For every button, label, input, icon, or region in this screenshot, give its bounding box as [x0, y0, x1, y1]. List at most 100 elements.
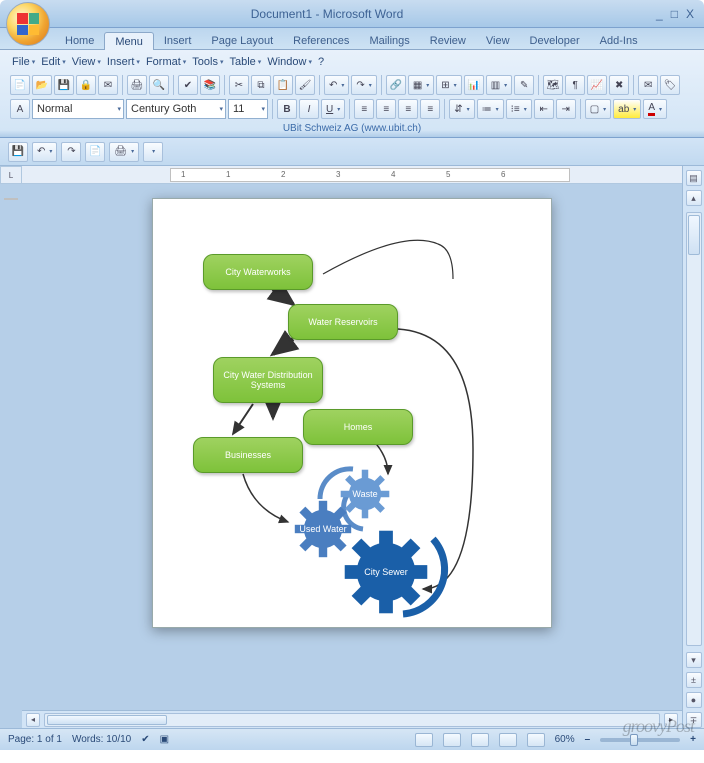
- zoom-level[interactable]: 60%: [555, 734, 575, 745]
- tab-review[interactable]: Review: [420, 32, 476, 49]
- tab-home[interactable]: Home: [55, 32, 104, 49]
- vertical-scrollbar[interactable]: [686, 212, 702, 646]
- justify-icon[interactable]: ≡: [420, 99, 440, 119]
- status-page[interactable]: Page: 1 of 1: [8, 734, 62, 745]
- document-area[interactable]: City Waterworks Water Reservoirs City Wa…: [22, 184, 682, 710]
- tab-developer[interactable]: Developer: [520, 32, 590, 49]
- linespacing-icon[interactable]: ⇵▾: [449, 99, 474, 119]
- menu-window[interactable]: Window▾: [265, 55, 314, 69]
- qa-new-icon[interactable]: 📄: [85, 142, 105, 162]
- scroll-up-icon[interactable]: ▴: [686, 190, 702, 206]
- view-draft-icon[interactable]: [527, 733, 545, 747]
- view-print-icon[interactable]: [415, 733, 433, 747]
- insert-table-icon[interactable]: ⊞▾: [436, 75, 461, 95]
- menu-tools[interactable]: Tools▾: [190, 55, 225, 69]
- horizontal-scrollbar[interactable]: ◂ ▸: [22, 710, 682, 728]
- menu-view[interactable]: View▾: [70, 55, 103, 69]
- borders-icon[interactable]: ▢▾: [585, 99, 611, 119]
- research-icon[interactable]: 📚: [200, 75, 220, 95]
- menu-format[interactable]: Format▾: [144, 55, 188, 69]
- menu-file[interactable]: File▾: [10, 55, 37, 69]
- font-combo[interactable]: Century Goth▾: [126, 99, 226, 119]
- horizontal-ruler[interactable]: 1 1 2 3 4 5 6: [22, 166, 682, 184]
- prev-page-icon[interactable]: ±: [686, 672, 702, 688]
- chart-icon[interactable]: 📈: [587, 75, 607, 95]
- scroll-left-icon[interactable]: ◂: [26, 713, 40, 727]
- close-button[interactable]: X: [684, 7, 696, 21]
- bold-button[interactable]: B: [277, 99, 297, 119]
- menu-edit[interactable]: Edit▾: [39, 55, 67, 69]
- scroll-down-icon[interactable]: ▾: [686, 652, 702, 668]
- underline-button[interactable]: U▾: [321, 99, 345, 119]
- qa-print-icon[interactable]: 🖨▾: [109, 142, 139, 162]
- flowchart-gear-citysewer[interactable]: City Sewer: [343, 529, 429, 615]
- qa-undo-icon[interactable]: ↶▾: [32, 142, 57, 162]
- align-left-icon[interactable]: ≡: [354, 99, 374, 119]
- proofing-icon[interactable]: ✔: [141, 734, 149, 745]
- flowchart-box-distribution[interactable]: City Water Distribution Systems: [213, 357, 323, 403]
- macro-icon[interactable]: ▣: [160, 734, 169, 745]
- flowchart-box-reservoirs[interactable]: Water Reservoirs: [288, 304, 398, 340]
- highlight-icon[interactable]: ab▾: [613, 99, 641, 119]
- style-combo[interactable]: Normal▾: [32, 99, 124, 119]
- fontsize-combo[interactable]: 11▾: [228, 99, 268, 119]
- zoom-out-button[interactable]: –: [585, 734, 591, 745]
- docmap-icon[interactable]: 🗺: [543, 75, 563, 95]
- paragraph-icon[interactable]: ¶: [565, 75, 585, 95]
- undo-icon[interactable]: ↶▾: [324, 75, 349, 95]
- envelope-icon[interactable]: ✉: [638, 75, 658, 95]
- maximize-button[interactable]: □: [669, 7, 680, 21]
- italic-button[interactable]: I: [299, 99, 319, 119]
- redo-icon[interactable]: ↷▾: [351, 75, 376, 95]
- bullets-icon[interactable]: ⁝≡▾: [506, 99, 532, 119]
- new-icon[interactable]: 📄: [10, 75, 30, 95]
- status-words[interactable]: Words: 10/10: [72, 734, 131, 745]
- drawing-icon[interactable]: ✎: [514, 75, 534, 95]
- flowchart-box-waterworks[interactable]: City Waterworks: [203, 254, 313, 290]
- spelling-icon[interactable]: ✔: [178, 75, 198, 95]
- flowchart-box-homes[interactable]: Homes: [303, 409, 413, 445]
- menu-insert[interactable]: Insert▾: [105, 55, 142, 69]
- open-icon[interactable]: 📂: [32, 75, 52, 95]
- flowchart-box-businesses[interactable]: Businesses: [193, 437, 303, 473]
- view-outline-icon[interactable]: [499, 733, 517, 747]
- cut-icon[interactable]: ✂: [229, 75, 249, 95]
- qa-redo-icon[interactable]: ↷: [61, 142, 81, 162]
- decrease-indent-icon[interactable]: ⇤: [534, 99, 554, 119]
- format-painter-icon[interactable]: 🖌: [295, 75, 315, 95]
- copy-icon[interactable]: ⧉: [251, 75, 271, 95]
- preview-icon[interactable]: 🔍: [149, 75, 169, 95]
- zoom-slider[interactable]: [600, 738, 680, 742]
- view-fullscreen-icon[interactable]: [443, 733, 461, 747]
- tab-mailings[interactable]: Mailings: [359, 32, 419, 49]
- menu-table[interactable]: Table▾: [228, 55, 264, 69]
- tab-addins[interactable]: Add-Ins: [590, 32, 648, 49]
- columns-icon[interactable]: ▥▾: [486, 75, 512, 95]
- increase-indent-icon[interactable]: ⇥: [556, 99, 576, 119]
- tab-insert[interactable]: Insert: [154, 32, 202, 49]
- view-web-icon[interactable]: [471, 733, 489, 747]
- ruler-toggle-icon[interactable]: ▤: [686, 170, 702, 186]
- tab-view[interactable]: View: [476, 32, 520, 49]
- mail-icon[interactable]: ✉: [98, 75, 118, 95]
- insert-excel-icon[interactable]: 📊: [464, 75, 484, 95]
- print-icon[interactable]: 🖨: [127, 75, 147, 95]
- save-icon[interactable]: 💾: [54, 75, 74, 95]
- permission-icon[interactable]: 🔒: [76, 75, 96, 95]
- browse-object-icon[interactable]: ●: [686, 692, 702, 708]
- numbering-icon[interactable]: ≔▾: [477, 99, 504, 119]
- styles-pane-icon[interactable]: A: [10, 99, 30, 119]
- qa-customize-icon[interactable]: ▾: [143, 142, 163, 162]
- tables-borders-icon[interactable]: ▦▾: [408, 75, 434, 95]
- labels-icon[interactable]: 🏷: [660, 75, 680, 95]
- close-doc-icon[interactable]: ✖: [609, 75, 629, 95]
- tab-references[interactable]: References: [283, 32, 359, 49]
- align-center-icon[interactable]: ≡: [376, 99, 396, 119]
- minimize-button[interactable]: _: [654, 7, 665, 21]
- ruler-corner[interactable]: L: [0, 166, 22, 184]
- qa-save-icon[interactable]: 💾: [8, 142, 28, 162]
- hyperlink-icon[interactable]: 🔗: [386, 75, 406, 95]
- tab-menu[interactable]: Menu: [104, 32, 154, 50]
- align-right-icon[interactable]: ≡: [398, 99, 418, 119]
- fontcolor-icon[interactable]: A▾: [643, 99, 667, 119]
